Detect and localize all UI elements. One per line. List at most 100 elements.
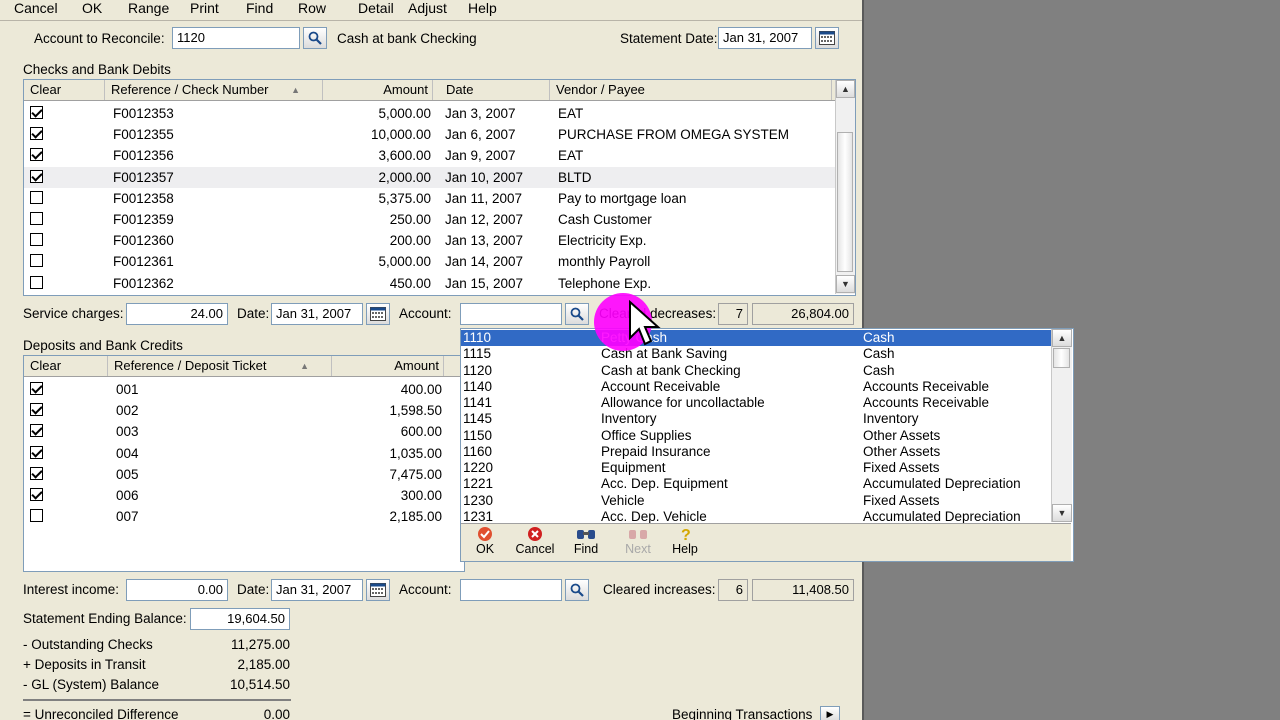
service-date-input[interactable]: Jan 31, 2007	[271, 303, 363, 325]
beginning-transactions-button[interactable]: ▶	[820, 706, 840, 720]
table-row[interactable]: F0012353 5,000.00 Jan 3, 2007 EAT	[24, 103, 835, 124]
clear-checkbox[interactable]	[30, 466, 43, 480]
account-lookup-button[interactable]	[303, 27, 327, 49]
clear-checkbox[interactable]	[30, 509, 43, 523]
clear-checkbox[interactable]	[30, 275, 43, 289]
table-row[interactable]: 007 2,185.00	[24, 506, 464, 527]
scroll-up-icon[interactable]: ▲	[1052, 329, 1072, 347]
check-date: Jan 13, 2007	[445, 233, 524, 249]
clear-checkbox[interactable]	[30, 106, 43, 119]
menu-cancel[interactable]: Cancel	[14, 0, 58, 16]
col-vendor[interactable]: Vendor / Payee	[550, 80, 832, 100]
dropdown-find-button[interactable]: Find	[564, 526, 608, 556]
clear-checkbox[interactable]	[30, 233, 43, 247]
dropdown-ok-button[interactable]: OK	[463, 526, 507, 556]
checks-scroll-thumb[interactable]	[837, 132, 853, 272]
menu-range[interactable]: Range	[128, 0, 169, 16]
table-row[interactable]: 006 300.00	[24, 485, 464, 506]
table-row[interactable]: F0012357 2,000.00 Jan 10, 2007 BLTD	[24, 166, 835, 188]
col-amount[interactable]: Amount	[323, 80, 433, 100]
list-item[interactable]: 1120 Cash at bank Checking Cash	[461, 363, 1051, 379]
table-row[interactable]: 002 1,598.50	[24, 400, 464, 421]
menu-ok[interactable]: OK	[82, 0, 102, 16]
service-charges-input[interactable]: 24.00	[126, 303, 228, 325]
checks-scrollbar[interactable]: ▲ ▼	[835, 80, 855, 294]
clear-checkbox[interactable]	[30, 403, 43, 417]
list-item[interactable]: 1221 Acc. Dep. Equipment Accumulated Depre…	[461, 476, 1051, 492]
check-payee: Electricity Exp.	[558, 233, 647, 249]
deposit-amount: 600.00	[400, 424, 442, 440]
menu-row[interactable]: Row	[298, 0, 326, 16]
menu-print[interactable]: Print	[190, 0, 219, 16]
statement-ending-input[interactable]: 19,604.50	[190, 608, 290, 630]
table-row[interactable]: F0012358 5,375.00 Jan 11, 2007 Pay to mortg…	[24, 188, 835, 209]
scroll-down-icon[interactable]: ▼	[836, 275, 855, 293]
interest-account-input[interactable]	[460, 579, 562, 601]
list-item[interactable]: 1145 Inventory Inventory	[461, 411, 1051, 427]
check-date: Jan 3, 2007	[445, 106, 516, 121]
clear-checkbox[interactable]	[30, 254, 43, 268]
clear-checkbox[interactable]	[30, 212, 43, 225]
interest-account-lookup[interactable]	[565, 579, 589, 601]
account-to-reconcile-input[interactable]: 1120	[172, 27, 300, 49]
binoculars-icon	[577, 530, 595, 539]
list-item[interactable]: 1150 Office Supplies Other Assets	[461, 428, 1051, 444]
table-row[interactable]: 005 7,475.00	[24, 464, 464, 485]
check-reference: F0012353	[113, 106, 174, 121]
col-clear[interactable]: Clear	[24, 80, 105, 100]
scroll-up-icon[interactable]: ▲	[836, 80, 855, 98]
interest-date-input[interactable]: Jan 31, 2007	[271, 579, 363, 601]
service-date-picker[interactable]	[366, 303, 390, 325]
table-row[interactable]: 001 400.00	[24, 379, 464, 400]
clear-checkbox[interactable]	[30, 424, 43, 438]
summary-divider	[23, 699, 291, 701]
dropdown-scrollbar[interactable]: ▲ ▼	[1051, 329, 1072, 522]
list-item[interactable]: 1230 Vehicle Fixed Assets	[461, 493, 1051, 509]
dropdown-help-button[interactable]: ? Help	[663, 526, 707, 556]
list-item[interactable]: 1115 Cash at Bank Saving Cash	[461, 346, 1051, 362]
dropdown-next-button[interactable]: Next	[616, 526, 660, 556]
table-row[interactable]: F0012355 10,000.00 Jan 6, 2007 PURCHASE FRO…	[24, 124, 835, 145]
list-item[interactable]: 1110Petty CashCash	[461, 330, 1051, 346]
menu-detail[interactable]: Detail	[358, 0, 394, 16]
check-amount: 5,000.00	[378, 254, 431, 270]
list-item[interactable]: 1220 Equipment Fixed Assets	[461, 460, 1051, 476]
dropdown-scroll-thumb[interactable]	[1053, 348, 1070, 368]
scroll-down-icon[interactable]: ▼	[1052, 504, 1072, 522]
dropdown-cancel-button[interactable]: Cancel	[513, 526, 557, 556]
clear-checkbox[interactable]	[30, 169, 43, 183]
menu-find[interactable]: Find	[246, 0, 273, 16]
clear-checkbox[interactable]	[30, 488, 43, 501]
dep-col-reference[interactable]: Reference / Deposit Ticket ▲	[108, 356, 332, 376]
dep-col-amount[interactable]: Amount	[332, 356, 444, 376]
interest-date-picker[interactable]	[366, 579, 390, 601]
col-date[interactable]: Date	[440, 80, 550, 100]
clear-checkbox[interactable]	[30, 382, 43, 395]
table-row[interactable]: 004 1,035.00	[24, 443, 464, 464]
account-id: 1221	[463, 476, 494, 492]
clear-checkbox[interactable]	[30, 127, 43, 141]
statement-date-input[interactable]: Jan 31, 2007	[718, 27, 812, 49]
table-row[interactable]: F0012361 5,000.00 Jan 14, 2007 monthly Payr…	[24, 251, 835, 272]
table-row[interactable]: F0012356 3,600.00 Jan 9, 2007 EAT	[24, 145, 835, 166]
table-row[interactable]: F0012359 250.00 Jan 12, 2007 Cash Customer	[24, 209, 835, 230]
dep-col-clear[interactable]: Clear	[24, 356, 108, 376]
clear-checkbox[interactable]	[30, 445, 43, 459]
col-reference[interactable]: Reference / Check Number ▲	[105, 80, 323, 100]
clear-checkbox[interactable]	[30, 190, 43, 204]
menu-adjust[interactable]: Adjust	[408, 0, 447, 16]
interest-income-input[interactable]: 0.00	[126, 579, 228, 601]
table-row[interactable]: F0012362 450.00 Jan 15, 2007 Telephone Exp.	[24, 273, 835, 294]
menu-help[interactable]: Help	[468, 0, 497, 16]
service-account-input[interactable]	[460, 303, 562, 325]
list-item[interactable]: 1160 Prepaid Insurance Other Assets	[461, 444, 1051, 460]
clear-checkbox[interactable]	[30, 148, 43, 162]
list-item[interactable]: 1141 Allowance for uncollactable Accounts …	[461, 395, 1051, 411]
table-row[interactable]: 003 600.00	[24, 421, 464, 442]
checks-grid-header: Clear Reference / Check Number ▲ Amount D…	[24, 80, 855, 101]
statement-date-picker[interactable]	[815, 27, 839, 49]
list-item[interactable]: 1140 Account Receivable Accounts Receivabl…	[461, 379, 1051, 395]
table-row[interactable]: F0012360 200.00 Jan 13, 2007 Electricity Ex…	[24, 230, 835, 251]
service-account-lookup[interactable]	[565, 303, 589, 325]
deposit-reference: 004	[116, 445, 139, 461]
